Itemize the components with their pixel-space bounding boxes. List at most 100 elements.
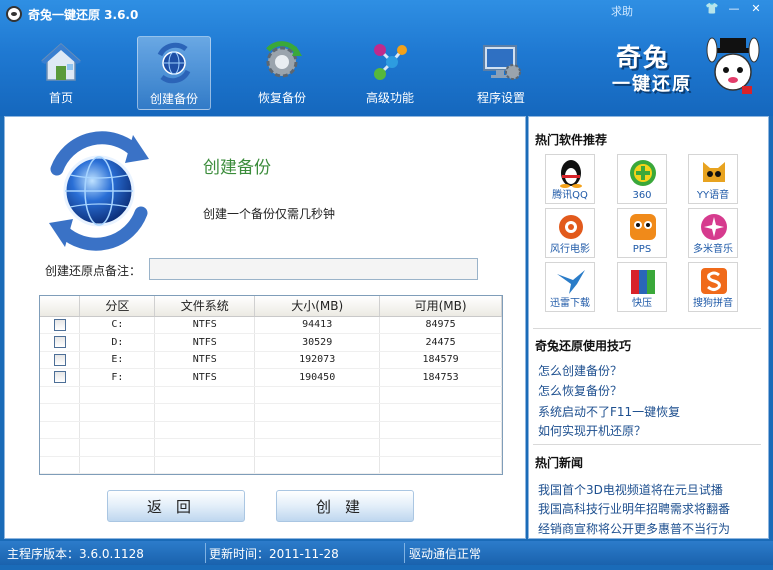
- status-divider: [404, 543, 405, 563]
- home-icon: [41, 42, 81, 81]
- help-link[interactable]: 求助: [611, 3, 633, 19]
- create-button[interactable]: 创建: [276, 490, 414, 522]
- software-label: YY语音: [696, 190, 730, 201]
- brand-logo-line1: 奇兔: [616, 43, 671, 72]
- pps-icon: [630, 214, 656, 240]
- cell-drive: F:: [79, 368, 156, 387]
- header-free[interactable]: 可用(MB): [379, 296, 502, 317]
- empty-row: [40, 456, 502, 474]
- table-row[interactable]: C: NTFS 94413 84975: [40, 316, 502, 334]
- software-xunlei[interactable]: 迅雷下载: [545, 262, 595, 312]
- software-yy[interactable]: YY语音: [688, 154, 738, 204]
- fengxing-icon: [559, 215, 583, 239]
- empty-row: [40, 438, 502, 457]
- cell-size: 190450: [254, 368, 381, 387]
- main-panel: 创建备份 创建一个备份仅需几秒钟 创建还原点备注： 分区 文件系统 大小(MB)…: [4, 116, 526, 539]
- row-checkbox[interactable]: [53, 336, 66, 349]
- nav-create-backup[interactable]: 创建备份: [137, 36, 211, 110]
- row-checkbox[interactable]: [53, 318, 66, 331]
- empty-row: [40, 473, 502, 474]
- cell-drive: D:: [79, 333, 156, 352]
- software-pps[interactable]: PPS: [617, 208, 667, 258]
- table-row[interactable]: E: NTFS 192073 184579: [40, 351, 502, 369]
- news-link[interactable]: 我国首个3D电视频道将在元旦试播: [538, 481, 723, 498]
- status-divider: [205, 543, 206, 563]
- page-subtitle: 创建一个备份仅需几秒钟: [203, 207, 336, 221]
- software-fengxing[interactable]: 风行电影: [545, 208, 595, 258]
- cell-fs: NTFS: [154, 333, 256, 352]
- empty-row: [40, 403, 502, 422]
- tip-link[interactable]: 怎么恢复备份？: [538, 382, 622, 399]
- page-title: 创建备份: [203, 158, 271, 178]
- status-bar: 主程序版本：3.6.0.1128 更新时间：2011-11-28 驱动通信正常: [0, 541, 773, 565]
- duomi-icon: [701, 214, 727, 240]
- header-partition[interactable]: 分区: [79, 296, 156, 317]
- software-qq[interactable]: 腾讯QQ: [545, 154, 595, 204]
- kuaiya-icon: [631, 270, 655, 294]
- table-row[interactable]: F: NTFS 190450 184753: [40, 368, 502, 387]
- tips-title: 奇兔还原使用技巧: [535, 339, 632, 353]
- software-label: 快压: [632, 298, 652, 309]
- software-duomi[interactable]: 多米音乐: [688, 208, 738, 258]
- nav-advanced[interactable]: 高级功能: [353, 36, 427, 110]
- row-checkbox[interactable]: [53, 353, 66, 366]
- tip-link[interactable]: 系统启动不了F11一键恢复: [538, 403, 680, 420]
- software-360[interactable]: 360: [617, 154, 667, 204]
- minimize-button[interactable]: —: [725, 2, 743, 16]
- skin-icon[interactable]: 👕: [703, 2, 721, 16]
- nav-settings-label: 程序设置: [476, 91, 525, 105]
- divider: [533, 328, 761, 329]
- back-button[interactable]: 返回: [107, 490, 245, 522]
- status-updated: 更新时间：2011-11-28: [209, 547, 339, 561]
- status-version: 主程序版本：3.6.0.1128: [7, 547, 144, 561]
- cell-fs: NTFS: [154, 351, 256, 369]
- empty-row: [40, 421, 502, 439]
- software-label: 搜狗拼音: [693, 298, 733, 309]
- note-input[interactable]: [149, 258, 478, 280]
- software-label: 迅雷下载: [550, 298, 590, 309]
- divider: [533, 444, 761, 445]
- cell-size: 30529: [254, 333, 381, 352]
- software-sogou[interactable]: 搜狗拼音: [688, 262, 738, 312]
- title-bar: 奇兔一键还原 3.6.0: [6, 5, 138, 23]
- qq-penguin-icon: [560, 160, 582, 188]
- header-select: [40, 296, 81, 317]
- yy-cat-icon: [703, 162, 725, 182]
- cell-free: 84975: [379, 316, 502, 334]
- software-kuaiya[interactable]: 快压: [617, 262, 667, 312]
- cell-drive: E:: [79, 351, 156, 369]
- note-label: 创建还原点备注：: [45, 264, 142, 278]
- cell-fs: NTFS: [154, 316, 256, 334]
- table-row[interactable]: D: NTFS 30529 24475: [40, 333, 502, 352]
- nav-settings[interactable]: 程序设置: [464, 36, 538, 110]
- nav-home[interactable]: 首页: [24, 36, 98, 110]
- sogou-s-icon: [701, 268, 727, 294]
- software-label: 腾讯QQ: [552, 190, 588, 201]
- window-controls: 👕 — ✕: [703, 2, 765, 16]
- nav-home-label: 首页: [48, 91, 73, 105]
- brand-logo: 奇兔 一键还原: [612, 36, 762, 102]
- tip-link[interactable]: 如何实现开机还原？: [538, 422, 646, 439]
- advanced-nodes-icon: [374, 44, 407, 80]
- news-link[interactable]: 经销商宣称将公开更多惠普不当行为: [538, 520, 730, 537]
- backup-globe-icon: [157, 42, 191, 84]
- tip-link[interactable]: 怎么创建备份？: [538, 362, 622, 379]
- 360-plus-icon: [630, 160, 656, 186]
- header-size[interactable]: 大小(MB): [254, 296, 381, 317]
- main-nav: 首页 创建备份 恢复备份 高级功能 程序设置: [0, 34, 560, 112]
- app-logo-icon: [6, 6, 22, 22]
- news-title: 热门新闻: [535, 456, 584, 470]
- close-button[interactable]: ✕: [747, 2, 765, 16]
- cell-size: 192073: [254, 351, 381, 369]
- rabbit-mascot-icon: [706, 37, 760, 94]
- table-header-row: 分区 文件系统 大小(MB) 可用(MB): [40, 296, 502, 317]
- top-bar: 奇兔一键还原 3.6.0 求助 👕 — ✕ 首页 创建备份 恢复备份 高级功能 …: [0, 0, 773, 116]
- row-checkbox[interactable]: [53, 371, 66, 384]
- software-label: 多米音乐: [693, 244, 733, 255]
- cell-fs: NTFS: [154, 368, 256, 387]
- thunder-bird-icon: [557, 270, 585, 294]
- nav-restore-backup[interactable]: 恢复备份: [245, 36, 319, 110]
- news-link[interactable]: 我国高科技行业明年招聘需求将翻番: [538, 500, 730, 517]
- backup-hero-icon: [49, 131, 149, 251]
- header-filesystem[interactable]: 文件系统: [154, 296, 256, 317]
